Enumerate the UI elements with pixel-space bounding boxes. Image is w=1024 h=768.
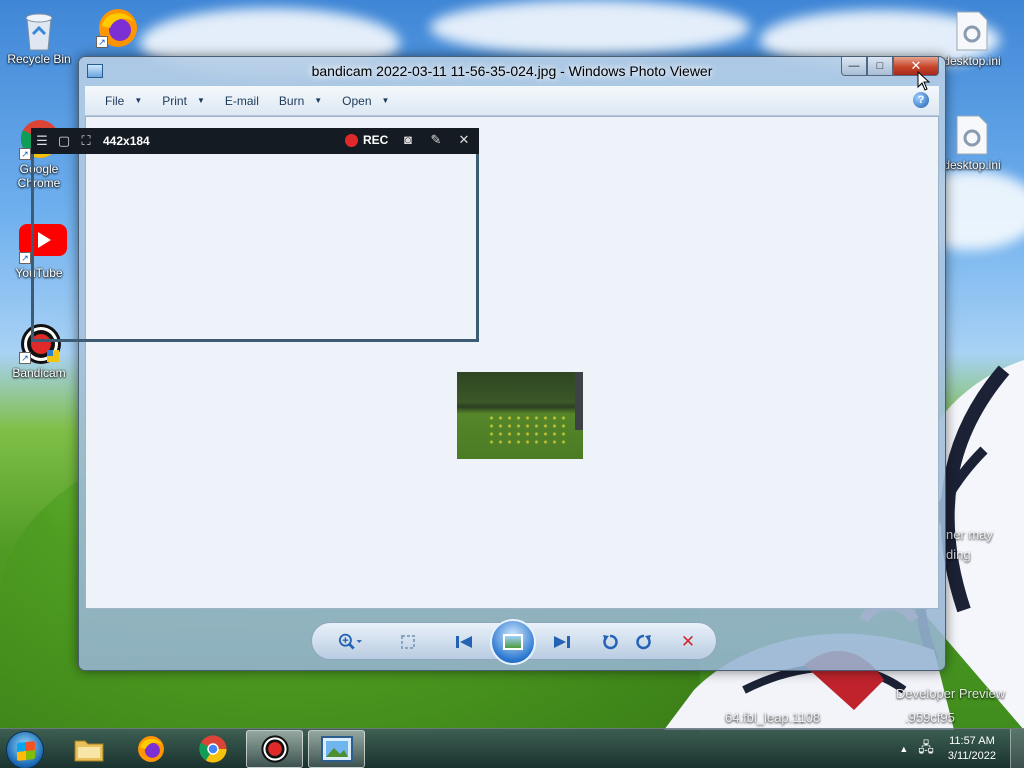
desktop-icon-label: Recycle Bin xyxy=(7,52,71,66)
sky-cloud xyxy=(430,0,750,55)
taskbar-photo-viewer[interactable] xyxy=(308,730,365,768)
next-icon xyxy=(554,636,570,648)
delete-button[interactable]: ✕ xyxy=(676,631,700,653)
settings-file-icon xyxy=(952,114,992,155)
viewer-toolbar: ✕ xyxy=(311,619,717,665)
menu-label: E-mail xyxy=(224,93,259,108)
menu-print[interactable]: Print ▼ xyxy=(152,86,215,115)
region-select-icon[interactable]: ⛶ xyxy=(75,133,97,149)
menu-icon[interactable]: ☰ xyxy=(31,133,53,149)
start-button[interactable] xyxy=(6,731,44,768)
slideshow-button[interactable] xyxy=(490,619,536,665)
show-hidden-icons-arrow-icon[interactable]: ▲ xyxy=(899,744,908,754)
taskbar-bandicam[interactable] xyxy=(246,730,303,768)
bandicam-icon xyxy=(260,735,289,763)
dropdown-arrow-icon: ▼ xyxy=(314,96,323,105)
show-desktop-button[interactable] xyxy=(1010,729,1024,768)
title-bar[interactable]: bandicam 2022-03-11 11-56-35-024.jpg - W… xyxy=(79,57,945,85)
magnifier-icon xyxy=(338,633,362,650)
menu-label: File xyxy=(105,93,125,108)
menu-label: Open xyxy=(342,93,372,108)
shortcut-arrow-icon: ↗ xyxy=(19,352,31,364)
rotate-left-button[interactable] xyxy=(598,631,622,653)
desktop-icon-recycle-bin[interactable]: Recycle Bin xyxy=(1,8,77,66)
windows-logo-icon xyxy=(17,741,35,761)
taskbar-explorer[interactable] xyxy=(60,730,117,768)
record-dot-icon xyxy=(345,133,358,147)
photo-detail xyxy=(487,414,567,444)
capture-size-label: 442x184 xyxy=(103,134,150,148)
shortcut-arrow-icon: ↗ xyxy=(19,148,31,160)
watermark-line-2: 64.fbl_leap.1108 xyxy=(725,710,821,725)
dropdown-arrow-icon: ▼ xyxy=(381,96,390,105)
settings-file-icon xyxy=(952,10,992,51)
menu-bar: File ▼ Print ▼ E-mail Burn ▼ Open ▼ ? xyxy=(85,86,939,116)
clock-time: 11:57 AM xyxy=(949,735,995,747)
dropdown-arrow-icon: ▼ xyxy=(134,96,143,105)
next-button[interactable] xyxy=(550,631,574,653)
menu-open[interactable]: Open ▼ xyxy=(332,86,399,115)
watermark-line-3: .959cf95 xyxy=(905,710,955,725)
delete-icon: ✕ xyxy=(680,632,696,651)
mouse-cursor-icon xyxy=(917,71,931,91)
actual-size-button[interactable] xyxy=(396,631,420,653)
folder-icon xyxy=(74,740,103,762)
firefox-icon xyxy=(137,736,164,762)
maximize-button[interactable]: □ xyxy=(867,57,893,76)
menu-file[interactable]: File ▼ xyxy=(95,86,152,115)
zoom-button[interactable] xyxy=(338,631,362,653)
shortcut-arrow-icon: ↗ xyxy=(96,36,108,48)
watermark-partial-2: ding xyxy=(946,547,971,562)
rotate-cw-icon xyxy=(636,634,651,650)
firefox-icon: ↗ xyxy=(96,6,137,48)
watermark-line-1: Developer Preview xyxy=(896,686,1006,701)
menu-label: Burn xyxy=(278,93,305,108)
clock[interactable]: 11:57 AM 3/11/2022 xyxy=(938,734,1010,764)
fullscreen-icon[interactable]: ▢ xyxy=(53,133,75,149)
taskbar-firefox[interactable] xyxy=(122,730,179,768)
close-icon[interactable]: ✕ xyxy=(453,132,475,148)
taskbar: ▲ 🖧 11:57 AM 3/11/2022 xyxy=(0,728,1024,768)
rotate-right-button[interactable] xyxy=(632,631,656,653)
dropdown-arrow-icon: ▼ xyxy=(196,96,205,105)
window-title: bandicam 2022-03-11 11-56-35-024.jpg - W… xyxy=(311,63,713,79)
rotate-ccw-icon xyxy=(603,634,618,650)
record-label: REC xyxy=(363,133,389,147)
actual-size-icon xyxy=(401,635,415,649)
clock-date: 3/11/2022 xyxy=(947,750,996,762)
menu-label: Print xyxy=(162,93,187,108)
previous-icon xyxy=(456,636,472,648)
menu-burn[interactable]: Burn ▼ xyxy=(269,86,332,115)
bandicam-toolbar[interactable]: ☰ ▢ ⛶ 442x184 REC ◙ ✎ ✕ xyxy=(31,128,479,154)
chrome-icon xyxy=(198,735,227,763)
network-icon[interactable]: 🖧 xyxy=(918,737,934,761)
close-button[interactable]: ✕ xyxy=(893,57,939,76)
previous-button[interactable] xyxy=(452,631,476,653)
desktop-icon-firefox[interactable]: ↗ xyxy=(78,6,154,50)
menu-email[interactable]: E-mail xyxy=(215,86,269,115)
watermark-partial-1: ner may xyxy=(946,527,993,542)
shortcut-arrow-icon: ↗ xyxy=(19,252,31,264)
taskbar-chrome[interactable] xyxy=(184,730,241,768)
recycle-bin-icon xyxy=(19,8,59,51)
desktop-icon-label: Bandicam xyxy=(12,366,66,380)
displayed-photo xyxy=(457,372,583,459)
minimize-button[interactable]: — xyxy=(841,57,867,76)
bandicam-right-controls: ◙ ✎ ✕ xyxy=(397,132,475,148)
photo-viewer-icon xyxy=(320,736,353,762)
camera-icon[interactable]: ◙ xyxy=(397,132,419,148)
slideshow-icon xyxy=(503,634,523,650)
pencil-icon[interactable]: ✎ xyxy=(425,132,447,148)
bandicam-capture-frame[interactable] xyxy=(31,154,479,342)
system-tray: ▲ 🖧 11:57 AM 3/11/2022 xyxy=(899,729,1024,768)
help-icon[interactable]: ? xyxy=(913,92,929,108)
record-button[interactable]: REC xyxy=(345,133,388,147)
